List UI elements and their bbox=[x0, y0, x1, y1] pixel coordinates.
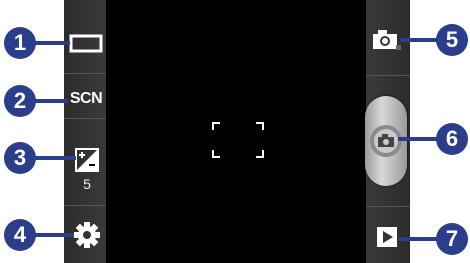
gallery-button[interactable] bbox=[375, 225, 399, 249]
gear-icon bbox=[74, 222, 100, 248]
callout-line-1 bbox=[30, 41, 70, 45]
callout-5: 5 bbox=[436, 24, 468, 56]
display-mode-icon bbox=[69, 34, 103, 53]
right-divider-2 bbox=[366, 206, 410, 207]
exposure-value: 5 bbox=[83, 176, 91, 192]
focus-corner-top-left bbox=[212, 122, 220, 130]
camera-icon bbox=[373, 30, 401, 50]
focus-corner-bottom-left bbox=[212, 150, 220, 158]
mode-switch-button[interactable] bbox=[370, 26, 404, 54]
left-divider-3 bbox=[64, 205, 106, 206]
scene-mode-button[interactable]: SCN bbox=[66, 90, 106, 108]
callout-6: 6 bbox=[436, 123, 468, 155]
viewfinder-preview[interactable] bbox=[106, 0, 366, 263]
callout-line-4 bbox=[30, 233, 74, 237]
exposure-icon bbox=[75, 148, 99, 172]
settings-button[interactable] bbox=[72, 220, 102, 250]
shutter-icon-wrap bbox=[367, 117, 405, 165]
callout-4: 4 bbox=[4, 219, 36, 251]
play-icon bbox=[377, 227, 397, 247]
right-divider-1 bbox=[366, 75, 410, 76]
exposure-button[interactable] bbox=[74, 147, 100, 173]
callout-3: 3 bbox=[4, 142, 36, 174]
callout-7: 7 bbox=[436, 223, 468, 255]
callout-1: 1 bbox=[4, 27, 36, 59]
callout-line-3 bbox=[30, 156, 76, 160]
display-mode-button[interactable] bbox=[68, 32, 104, 54]
left-divider-2 bbox=[64, 118, 106, 119]
focus-corner-top-right bbox=[256, 122, 264, 130]
callout-2: 2 bbox=[4, 85, 36, 117]
focus-corner-bottom-right bbox=[256, 150, 264, 158]
camera-shutter-icon bbox=[370, 125, 402, 157]
left-divider-1 bbox=[64, 73, 106, 74]
